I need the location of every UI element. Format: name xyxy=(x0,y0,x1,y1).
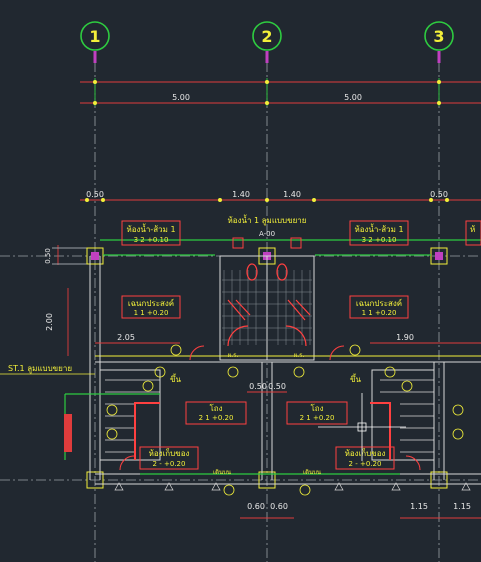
room-name: ห้ xyxy=(470,225,475,234)
room-tag: 2 1 +0.20 xyxy=(199,414,234,422)
stair-section-label: ST.1 ลูมแบบขยาย xyxy=(8,364,72,374)
room-tag-hall-left[interactable]: เฉนกประสงค์ 1 1 +0.20 xyxy=(121,295,181,319)
cad-drawing-canvas[interactable]: 1 2 3 5.00 5.00 0.50 0.50 1.40 1.40 0.50… xyxy=(0,0,481,562)
red-marker xyxy=(64,414,72,452)
stair-right xyxy=(370,379,434,460)
room-name: ห้องน้ำ-ส้วม 1 xyxy=(126,223,175,234)
room-name: เฉนกประสงค์ xyxy=(356,298,402,308)
room-tag: 2 - +0.20 xyxy=(153,460,186,468)
grid-bubble-1[interactable]: 1 xyxy=(80,21,110,63)
room-tag-stair-left[interactable]: โถง 2 1 +0.20 xyxy=(185,401,247,425)
room-tag-store-left[interactable]: ห้องเก็บของ 2 - +0.20 xyxy=(139,446,199,470)
dim-mid-050-r: 0.50 xyxy=(268,382,286,391)
room-name: ห้องน้ำ-ส้วม 1 xyxy=(354,223,403,234)
room-tag: 2 1 +0.20 xyxy=(300,414,335,422)
dim-bot-060-r: 0.60 xyxy=(270,502,288,511)
grid-bubble-label: 3 xyxy=(433,27,444,46)
dim-side-050: 0.50 xyxy=(44,248,52,264)
room-tag-stair-right[interactable]: โถง 2 1 +0.20 xyxy=(286,401,348,425)
grid-bubble-3[interactable]: 3 xyxy=(424,21,454,63)
dim-span-2-3: 5.00 xyxy=(344,93,362,102)
dim-bot-115-r: 1.15 xyxy=(453,502,471,511)
top-dimensions xyxy=(80,78,481,201)
dim-hall-190: 1.90 xyxy=(396,333,414,342)
up-label-right: ขึ้น xyxy=(350,373,361,384)
left-dimensions xyxy=(52,245,95,356)
cad-crosshair-cursor[interactable] xyxy=(318,393,406,461)
dim-span-1-2: 5.00 xyxy=(172,93,190,102)
room-name: เฉนกประสงค์ xyxy=(128,298,174,308)
dim-col-left: 0.50 xyxy=(86,190,104,199)
room-tag-store-right[interactable]: ห้องเก็บของ 2 - +0.20 xyxy=(335,446,395,470)
dim-vert-200: 2.00 xyxy=(45,313,54,331)
room-name: ห้องน้ำ 1 ลูมแบบขยาย xyxy=(228,214,307,226)
dim-bot-060-l: 0.60 xyxy=(247,502,265,511)
room-tag: 3 2 +0.10 xyxy=(134,236,169,244)
room-name: โถง xyxy=(310,403,323,413)
dim-wc-left: 1.40 xyxy=(232,190,250,199)
hall-dimensions xyxy=(95,342,481,519)
room-tag-bath-left[interactable]: ห้องน้ำ-ส้วม 1 3 2 +0.10 xyxy=(121,220,181,246)
room-tag-bath-right[interactable]: ห้องน้ำ-ส้วม 1 3 2 +0.10 xyxy=(349,220,409,246)
grid-bubble-label: 2 xyxy=(261,27,272,46)
room-name: ห้องเก็บของ xyxy=(345,448,386,458)
room-tag: 2 - +0.20 xyxy=(349,460,382,468)
wall-ref-left: ผ.ร. xyxy=(228,352,239,359)
dim-hall-205: 2.05 xyxy=(117,333,135,342)
walk-label-left: เดินบน xyxy=(213,469,231,476)
green-guides xyxy=(64,239,481,475)
room-tag: 3 2 +0.10 xyxy=(362,236,397,244)
room-name: ห้องเก็บของ xyxy=(149,448,190,458)
room-tag: 1 1 +0.20 xyxy=(362,309,397,317)
room-name: โถง xyxy=(209,403,222,413)
walk-label-right: เดินบน xyxy=(303,469,321,476)
dim-wc-right: 1.40 xyxy=(283,190,301,199)
grid-lines xyxy=(0,62,481,562)
wall-ref-right: ผ.ร. xyxy=(294,352,305,359)
stair-left xyxy=(105,379,160,460)
room-tag-bath-far[interactable]: ห้ xyxy=(465,220,481,246)
grid-bubble-2[interactable]: 2 xyxy=(252,21,282,63)
dim-bot-115-l: 1.15 xyxy=(410,502,428,511)
room-ref: A-00 xyxy=(259,230,275,238)
grid-bubble-label: 1 xyxy=(89,27,100,46)
room-tag: 1 1 +0.20 xyxy=(134,309,169,317)
dim-col-right: 0.50 xyxy=(430,190,448,199)
up-label-left: ขึ้น xyxy=(170,373,181,384)
dim-mid-050-l: 0.50 xyxy=(249,382,267,391)
wc-fixtures xyxy=(227,263,311,347)
room-tag-hall-right[interactable]: เฉนกประสงค์ 1 1 +0.20 xyxy=(349,295,409,319)
